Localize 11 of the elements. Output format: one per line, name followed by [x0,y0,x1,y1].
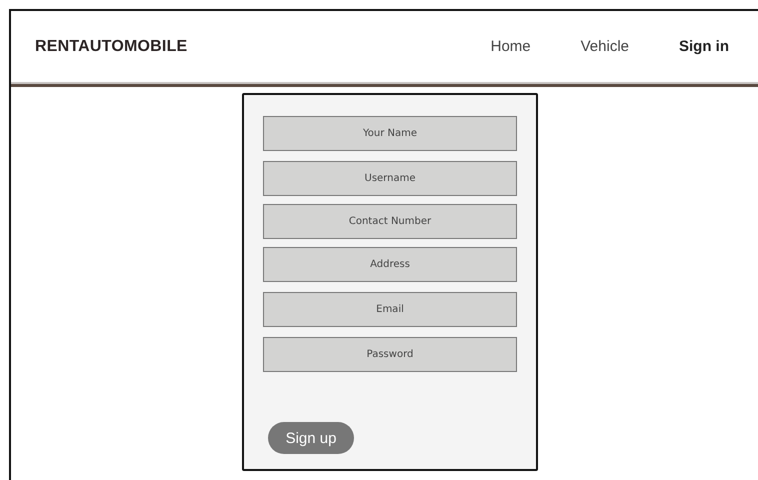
site-logo: RENTAUTOMOBILE [35,38,188,56]
input-field[interactable]: Contact Number [263,204,517,239]
signup-button[interactable]: Sign up [268,422,354,454]
nav-link[interactable]: Home [490,38,531,55]
nav-link[interactable]: Sign in [679,38,729,55]
input-field[interactable]: Email [263,292,517,327]
input-field[interactable]: Username [263,161,517,196]
input-field[interactable]: Your Name [263,116,517,151]
input-field[interactable]: Password [263,337,517,372]
input-field[interactable]: Address [263,247,517,282]
nav-link[interactable]: Vehicle [580,38,629,55]
